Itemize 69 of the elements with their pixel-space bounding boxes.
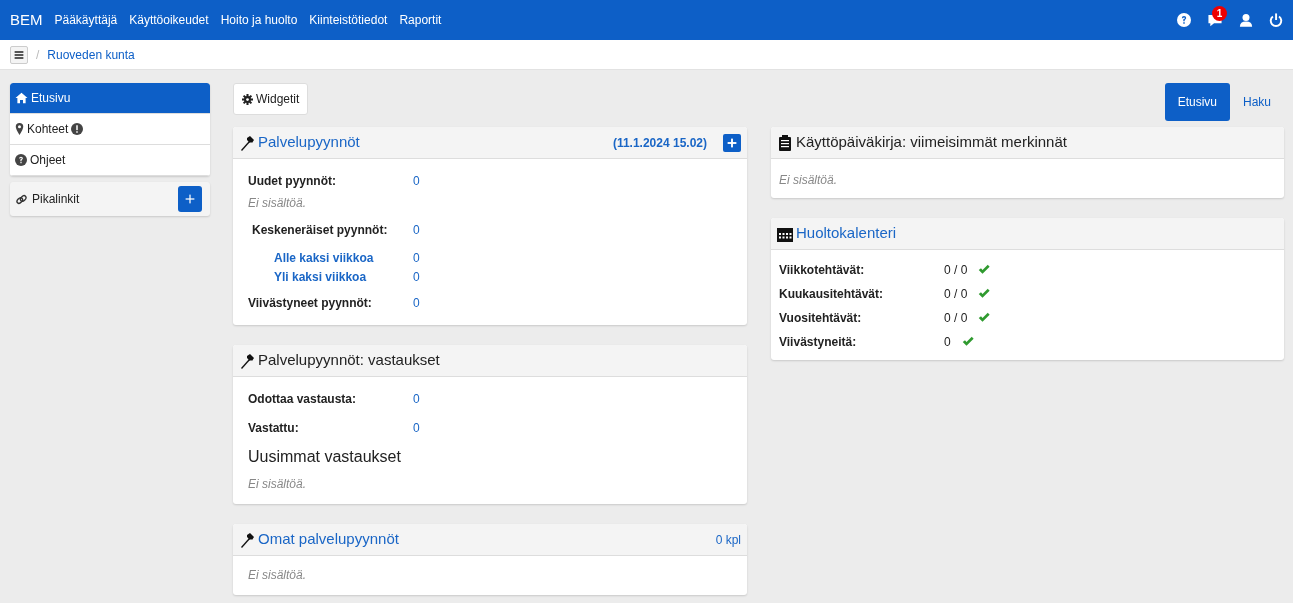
card-title: Palvelupyynnöt: vastaukset xyxy=(258,350,440,371)
stat-value[interactable]: 0 xyxy=(413,389,420,408)
widgets-button[interactable]: Widgetit xyxy=(233,83,309,115)
map-pin-icon xyxy=(15,123,24,135)
task-label: Viivästyneitä: xyxy=(779,334,858,351)
stat-value[interactable]: 0 xyxy=(413,293,420,312)
card-title-link[interactable]: Palvelupyynnöt xyxy=(258,131,360,154)
question-icon xyxy=(15,154,27,166)
power-icon[interactable] xyxy=(1269,12,1283,28)
nav-link[interactable]: Pääkäyttäjä xyxy=(54,11,118,29)
timestamp: (11.1.2024 15.02) xyxy=(612,134,707,152)
nav-link[interactable]: Raportit xyxy=(399,11,442,29)
stat-label: Keskeneräiset pyynnöt: xyxy=(252,221,389,239)
empty-message: Ei sisältöä. xyxy=(779,171,839,189)
sidebar-item[interactable]: Etusivu xyxy=(10,83,210,114)
plus-icon xyxy=(185,194,195,204)
stat-value[interactable]: 0 xyxy=(413,171,420,190)
card-title-link[interactable]: Omat palvelupyynnöt xyxy=(258,528,399,551)
stat-value[interactable]: 0 xyxy=(413,248,420,267)
sidebar-item[interactable]: Kohteet xyxy=(10,114,210,145)
help-icon[interactable] xyxy=(1177,13,1191,27)
task-value: 0 / 0 xyxy=(944,262,968,279)
task-value: 0 / 0 xyxy=(944,286,968,303)
task-label: Vuositehtävät: xyxy=(779,310,863,327)
stat-label: Viivästyneet pyynnöt: xyxy=(248,294,373,312)
empty-message: Ei sisältöä. xyxy=(248,476,308,493)
stat-label: Odottaa vastausta: xyxy=(248,390,358,408)
stat-link[interactable]: Yli kaksi viikkoa xyxy=(274,267,413,286)
view-tab[interactable]: Etusivu xyxy=(1164,83,1230,121)
add-button[interactable] xyxy=(723,133,741,152)
add-button[interactable] xyxy=(178,186,202,212)
notification-badge: 1 xyxy=(1212,5,1227,21)
link-icon xyxy=(15,193,28,205)
calendar-icon xyxy=(777,225,793,242)
empty-message: Ei sisältöä. xyxy=(248,567,308,584)
stat-value[interactable]: 0 xyxy=(413,418,420,437)
stat-label: Uudet pyynnöt: xyxy=(248,172,337,190)
gear-icon xyxy=(242,93,253,105)
nav-link[interactable]: Käyttöoikeudet xyxy=(129,11,209,29)
plus-icon xyxy=(727,137,737,148)
stat-value[interactable]: 0 xyxy=(413,220,420,239)
brand-link[interactable]: BEM xyxy=(10,8,43,32)
section-heading: Uusimmat vastaukset xyxy=(248,447,402,467)
task-label: Viikkotehtävät: xyxy=(779,262,866,279)
sidebar-item[interactable]: Ohjeet xyxy=(10,145,210,176)
user-icon[interactable] xyxy=(1239,12,1253,28)
breadcrumb-separator: / xyxy=(36,46,40,64)
stat-label: Vastattu: xyxy=(248,419,300,437)
clipboard-icon xyxy=(777,134,793,151)
task-value: 0 / 0 xyxy=(944,310,968,327)
nav-link[interactable]: Kiinteistötiedot xyxy=(309,11,388,29)
home-icon xyxy=(15,92,28,104)
menu-icon xyxy=(14,49,24,60)
task-value: 0 xyxy=(944,334,951,351)
view-tab[interactable]: Haku xyxy=(1230,83,1284,121)
nav-link[interactable]: Hoito ja huolto xyxy=(220,11,298,29)
hammer-icon xyxy=(239,352,255,369)
menu-button[interactable] xyxy=(10,45,28,64)
stat-value[interactable]: 0 xyxy=(413,267,420,286)
stat-link[interactable]: Alle kaksi viikkoa xyxy=(274,248,413,267)
hammer-icon xyxy=(239,134,255,151)
quicklinks-label: Pikalinkit xyxy=(32,191,80,208)
breadcrumb-link[interactable]: Ruoveden kunta xyxy=(47,45,135,64)
card-title-link[interactable]: Huoltokalenteri xyxy=(796,222,897,245)
count-label: 0 kpl xyxy=(715,531,741,549)
empty-message: Ei sisältöä. xyxy=(248,195,308,212)
card-title: Käyttöpäiväkirja: viimeisimmät merkinnät xyxy=(796,132,1067,153)
hammer-icon xyxy=(239,531,255,548)
task-label: Kuukausitehtävät: xyxy=(779,286,885,303)
